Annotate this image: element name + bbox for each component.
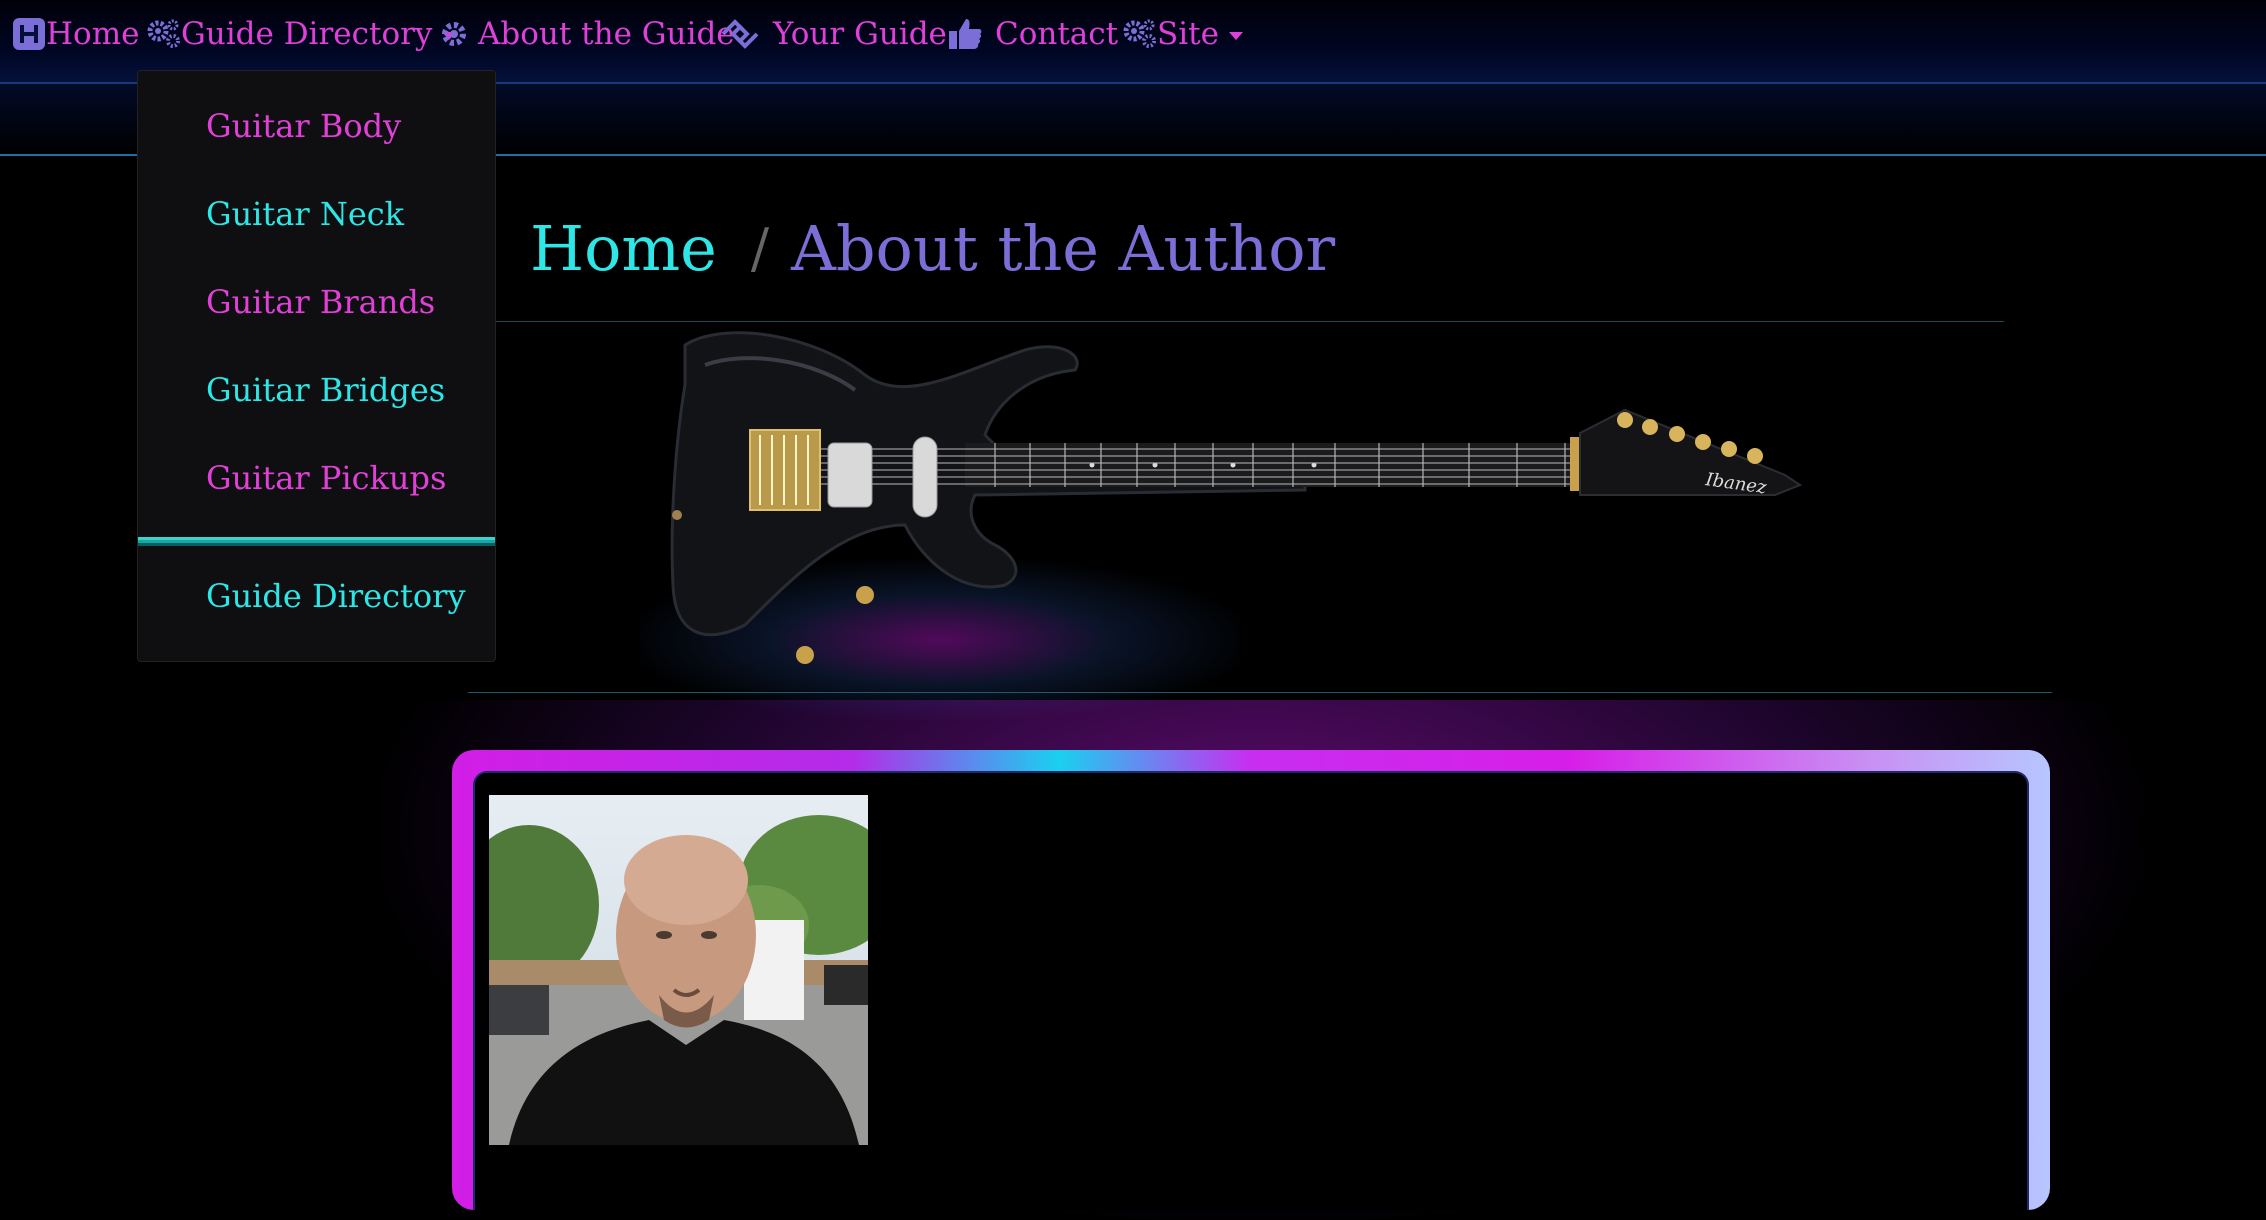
nav-contact[interactable]: Contact xyxy=(947,10,1118,58)
dropdown-item-guide-directory[interactable]: Guide Directory xyxy=(206,577,466,615)
breadcrumb: Home / About the Author xyxy=(530,208,1335,288)
nav-home-label: Home xyxy=(46,16,140,52)
diamond-link-icon xyxy=(721,19,759,49)
dropdown-item-guitar-pickups[interactable]: Guitar Pickups xyxy=(206,459,446,497)
nav-your-guide-label: Your Guide xyxy=(773,16,947,52)
author-photo xyxy=(489,795,868,1145)
gears-icon xyxy=(1123,19,1156,48)
nav-site[interactable]: Site xyxy=(1123,10,1243,58)
breadcrumb-home-link[interactable]: Home xyxy=(530,212,717,285)
dropdown-divider xyxy=(138,537,495,546)
divider-line xyxy=(494,321,2004,322)
nav-home[interactable]: Home xyxy=(12,10,139,58)
divider-line xyxy=(468,692,2052,693)
dropdown-item-guitar-body[interactable]: Guitar Body xyxy=(206,107,401,145)
guitar-banner-image: Ibanez xyxy=(670,331,1803,664)
nav-your-guide[interactable]: Your Guide xyxy=(719,10,947,58)
breadcrumb-current: About the Author xyxy=(791,211,1336,285)
nav-guide-directory[interactable]: Guide Directory xyxy=(147,10,457,58)
thumbs-up-icon xyxy=(949,19,982,49)
chevron-down-icon xyxy=(1228,32,1243,40)
dropdown-item-guitar-bridges[interactable]: Guitar Bridges xyxy=(206,371,445,409)
gears-icon xyxy=(147,19,180,48)
nav-contact-label: Contact xyxy=(995,16,1119,52)
dropdown-item-guitar-neck[interactable]: Guitar Neck xyxy=(206,195,404,233)
guide-directory-dropdown: Guitar Body Guitar Neck Guitar Brands Gu… xyxy=(137,70,496,662)
home-h-icon xyxy=(13,18,45,50)
dropdown-item-guitar-brands[interactable]: Guitar Brands xyxy=(206,283,435,321)
gear-icon xyxy=(442,22,466,46)
breadcrumb-separator: / xyxy=(750,216,770,280)
nav-about-guide[interactable]: About the Guide xyxy=(440,10,735,58)
nav-site-label: Site xyxy=(1157,16,1219,52)
nav-about-guide-label: About the Guide xyxy=(478,16,735,52)
nav-guide-directory-label: Guide Directory xyxy=(181,16,433,52)
